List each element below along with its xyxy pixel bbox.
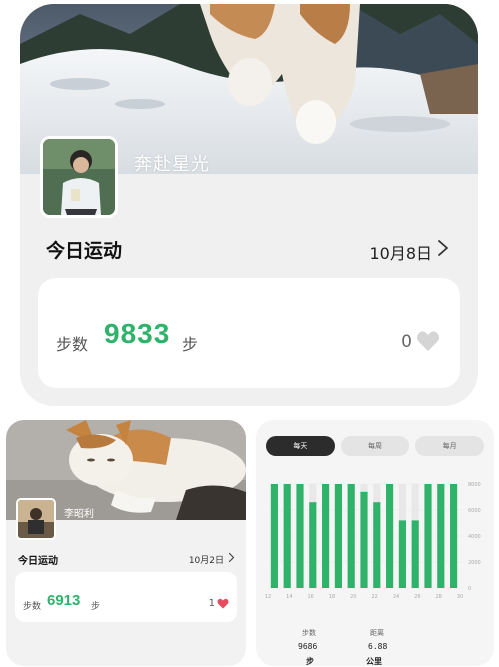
avatar-photo: [43, 139, 115, 215]
avatar-photo: [18, 500, 54, 538]
x-tick-label: 24: [393, 594, 399, 600]
x-tick-label: 28: [435, 594, 441, 600]
chart-bar[interactable]: [270, 484, 278, 588]
y-tick-label: 8000: [468, 482, 481, 488]
summary-steps-unit: 步: [306, 657, 314, 666]
main-activity-card: 奔赴星光 今日运动 10月8日 步数 9833 步 0: [20, 4, 478, 406]
x-tick-label: 12: [265, 594, 271, 600]
x-tick-label: 22: [371, 594, 377, 600]
user-avatar[interactable]: [40, 136, 118, 218]
friend-avatar[interactable]: [16, 498, 56, 540]
chart-bar[interactable]: [411, 520, 419, 588]
summary-steps-value: 9686: [298, 642, 318, 651]
steps-unit: 步: [182, 335, 199, 354]
chart-summary: 步数 9686 步 距离 6.88 公里: [256, 626, 494, 666]
period-tabs: 每天 每周 每月: [266, 436, 485, 456]
x-tick-label: 30: [457, 594, 463, 600]
x-tick-label: 20: [350, 594, 356, 600]
x-tick-label: 16: [307, 594, 313, 600]
chevron-right-icon[interactable]: [227, 552, 236, 563]
x-tick-label: 26: [414, 594, 420, 600]
y-tick-label: 6000: [468, 508, 481, 514]
summary-distance-unit: 公里: [366, 657, 382, 666]
heart-filled-icon[interactable]: [217, 598, 229, 609]
chart-bar[interactable]: [296, 484, 304, 588]
chart-bar[interactable]: [309, 502, 317, 588]
chart-bar[interactable]: [334, 484, 342, 588]
section-title-today-activity: 今日运动: [46, 240, 123, 262]
tab-weekly[interactable]: 每周: [340, 436, 410, 456]
tab-daily[interactable]: 每天: [266, 436, 335, 456]
summary-distance-value: 6.88: [368, 642, 388, 651]
activity-date[interactable]: 10月8日: [369, 240, 432, 264]
chart-bar[interactable]: [360, 491, 368, 588]
summary-distance-label: 距离: [370, 629, 384, 637]
chart-bar[interactable]: [398, 520, 406, 588]
x-tick-label: 14: [286, 594, 292, 600]
x-tick-label: 18: [329, 594, 335, 600]
username: 奔赴星光: [134, 154, 210, 175]
chart-bar[interactable]: [373, 502, 381, 588]
likes-count: 1: [208, 598, 215, 609]
steps-label: 步数: [23, 602, 42, 612]
summary-steps-label: 步数: [302, 629, 316, 637]
steps-value: 9833: [104, 318, 171, 349]
chart-bar[interactable]: [437, 484, 445, 588]
steps-value: 6913: [47, 592, 81, 609]
steps-unit: 步: [91, 602, 101, 612]
chart-bar[interactable]: [424, 484, 432, 588]
y-tick-label: 4000: [468, 534, 481, 540]
heart-outline-icon[interactable]: [416, 330, 440, 352]
chart-bar[interactable]: [450, 484, 458, 588]
steps-bar-chart: 8000 6000 4000 2000 0 12 14 16 18 20 22 24 26 28 30: [265, 482, 481, 600]
activity-date[interactable]: 10月2日: [189, 553, 224, 566]
y-tick-label: 0: [468, 586, 471, 592]
steps-chart-card: 每天 每周 每月 8000 6000 4000 2000 0 12 14 16 18 20 22 24…: [256, 420, 494, 666]
tab-monthly[interactable]: 每月: [415, 436, 485, 456]
chart-bar[interactable]: [347, 484, 355, 588]
section-title-today-activity: 今日运动: [18, 556, 58, 567]
friend-activity-card: 李昭利 今日运动 10月2日 步数 6913 步 1: [6, 420, 246, 666]
steps-summary-card: 步数 6913 步 1: [15, 572, 237, 622]
steps-summary-card: 步数 9833 步 0: [38, 278, 460, 388]
steps-label: 步数: [56, 335, 89, 354]
likes-count: 0: [401, 332, 412, 352]
y-tick-label: 2000: [468, 560, 481, 566]
chart-bar[interactable]: [386, 484, 394, 588]
chart-bar[interactable]: [322, 484, 330, 588]
chevron-right-icon[interactable]: [434, 238, 452, 258]
chart-bar[interactable]: [283, 484, 291, 588]
friend-username: 李昭利: [64, 509, 94, 520]
